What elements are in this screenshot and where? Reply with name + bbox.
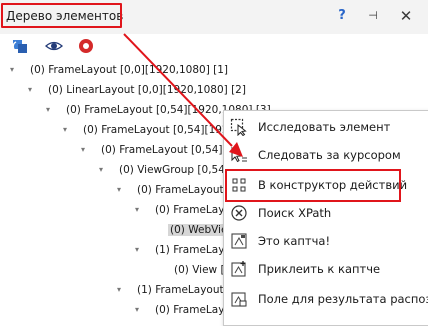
- result-field-icon: [230, 290, 248, 308]
- refresh-icon[interactable]: [12, 38, 28, 54]
- follow-cursor-icon: [230, 146, 248, 164]
- expand-arrow-icon[interactable]: ▾: [46, 101, 54, 119]
- menu-item-is-captcha[interactable]: Это каптча!: [224, 227, 428, 255]
- tree-row[interactable]: ▾ (1) FrameLayo: [135, 241, 231, 259]
- tree-row[interactable]: ▾ (0) FrameLayo: [135, 201, 231, 219]
- menu-item-xpath-search[interactable]: Поиск XPath: [224, 199, 428, 227]
- menu-item-inspect[interactable]: Исследовать элемент: [224, 113, 428, 141]
- expand-arrow-icon[interactable]: ▾: [81, 141, 89, 159]
- expand-arrow-icon[interactable]: ▾: [117, 281, 125, 299]
- tree-row[interactable]: ▾ (1) FrameLayout [: [117, 281, 231, 299]
- panel-titlebar: Дерево элементов ? ⊣ ✕: [0, 0, 428, 35]
- tree-row[interactable]: ▾ (0) FrameLayout [0,0][1920,1080] [1]: [10, 61, 228, 79]
- expand-arrow-icon[interactable]: ▾: [10, 61, 18, 79]
- menu-item-result-field[interactable]: Поле для результата распозна: [224, 285, 428, 313]
- panel-toolbar: [0, 34, 428, 58]
- expand-arrow-icon[interactable]: ▾: [135, 201, 143, 219]
- expand-arrow-icon[interactable]: ▾: [135, 241, 143, 259]
- pin-button[interactable]: ⊣: [364, 7, 382, 25]
- record-stop-icon[interactable]: [78, 38, 94, 54]
- expand-arrow-icon[interactable]: ▾: [63, 121, 71, 139]
- expand-arrow-icon[interactable]: ▾: [28, 81, 36, 99]
- context-menu: Исследовать элемент Следовать за курсоро…: [223, 110, 428, 326]
- expand-arrow-icon[interactable]: ▾: [99, 161, 107, 179]
- close-button[interactable]: ✕: [397, 7, 415, 25]
- help-button[interactable]: ?: [333, 7, 351, 25]
- eye-icon[interactable]: [45, 38, 63, 54]
- tree-row[interactable]: ▾ (0) FrameLayout [: [117, 181, 231, 199]
- menu-item-highlight-box: [225, 169, 401, 202]
- captcha-icon: [230, 232, 248, 250]
- tree-row-selected[interactable]: (0) WebVie: [168, 221, 230, 239]
- tree-row[interactable]: ▾ (0) FrameLayout [0,54][1920: [63, 121, 235, 139]
- expand-arrow-icon[interactable]: ▾: [135, 301, 143, 319]
- menu-item-attach-captcha[interactable]: Приклеить к каптче: [224, 255, 428, 283]
- inspect-icon: [230, 118, 248, 137]
- xpath-icon: [230, 204, 248, 222]
- tree-row[interactable]: ▾ (0) LinearLayout [0,0][1920,1080] [2]: [28, 81, 246, 99]
- tree-row[interactable]: ▾ (0) ViewGroup [0,54][1: [99, 161, 240, 179]
- menu-item-follow-cursor[interactable]: Следовать за курсором: [224, 141, 428, 169]
- tree-row[interactable]: ▾ (0) FrameLayout [0,54][1: [81, 141, 233, 159]
- title-highlight-box: [1, 3, 122, 28]
- expand-arrow-icon[interactable]: ▾: [117, 181, 125, 199]
- attach-captcha-icon: [230, 260, 248, 278]
